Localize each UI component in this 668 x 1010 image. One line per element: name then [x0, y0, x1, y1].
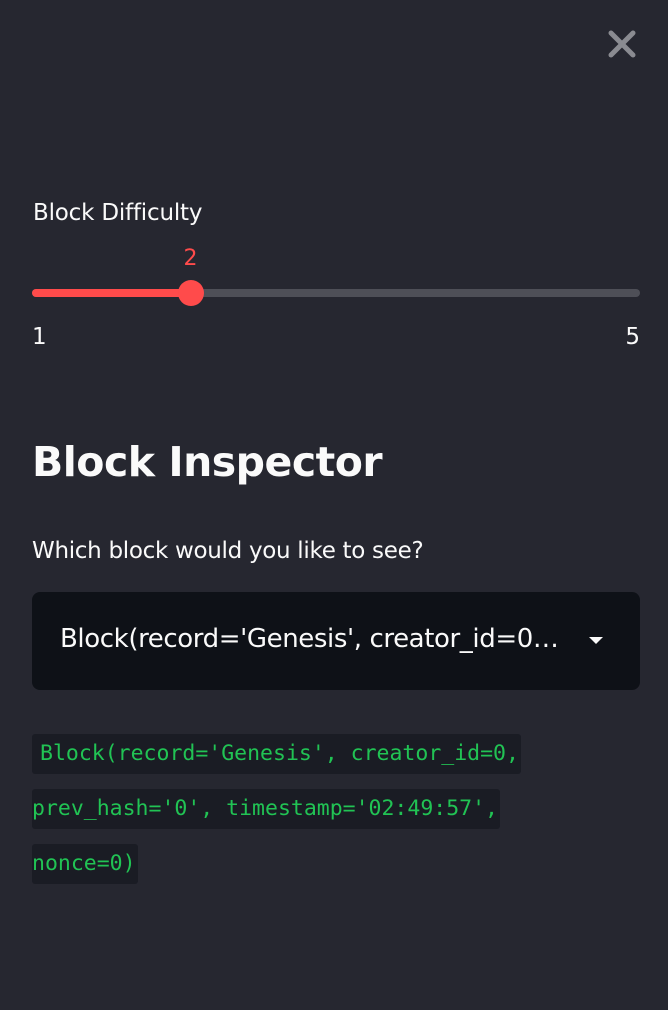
slider-label: Block Difficulty	[33, 200, 203, 226]
code-line: nonce=0)	[32, 844, 138, 884]
sidebar: Block Difficulty 2 1 5 Block Inspector W…	[0, 0, 668, 1010]
difficulty-slider-fill	[32, 289, 191, 297]
slider-max-label: 5	[625, 324, 640, 350]
close-sidebar-button[interactable]	[604, 26, 640, 62]
slider-min-label: 1	[32, 324, 47, 350]
difficulty-slider-thumb[interactable]	[177, 280, 204, 306]
block-select-value: Block(record='Genesis', creator_id=0, pr…	[60, 624, 562, 654]
difficulty-slider-track[interactable]	[32, 289, 640, 297]
block-code-output: Block(record='Genesis', creator_id=0, pr…	[32, 729, 632, 894]
slider-current-value: 2	[183, 246, 198, 271]
chevron-down-icon	[589, 637, 603, 644]
block-select-dropdown[interactable]: Block(record='Genesis', creator_id=0, pr…	[32, 592, 640, 690]
block-select-label: Which block would you like to see?	[32, 538, 424, 564]
code-line: prev_hash='0', timestamp='02:49:57',	[32, 789, 500, 829]
block-inspector-title: Block Inspector	[32, 438, 383, 486]
code-line: Block(record='Genesis', creator_id=0,	[32, 734, 521, 774]
close-icon	[608, 30, 636, 58]
